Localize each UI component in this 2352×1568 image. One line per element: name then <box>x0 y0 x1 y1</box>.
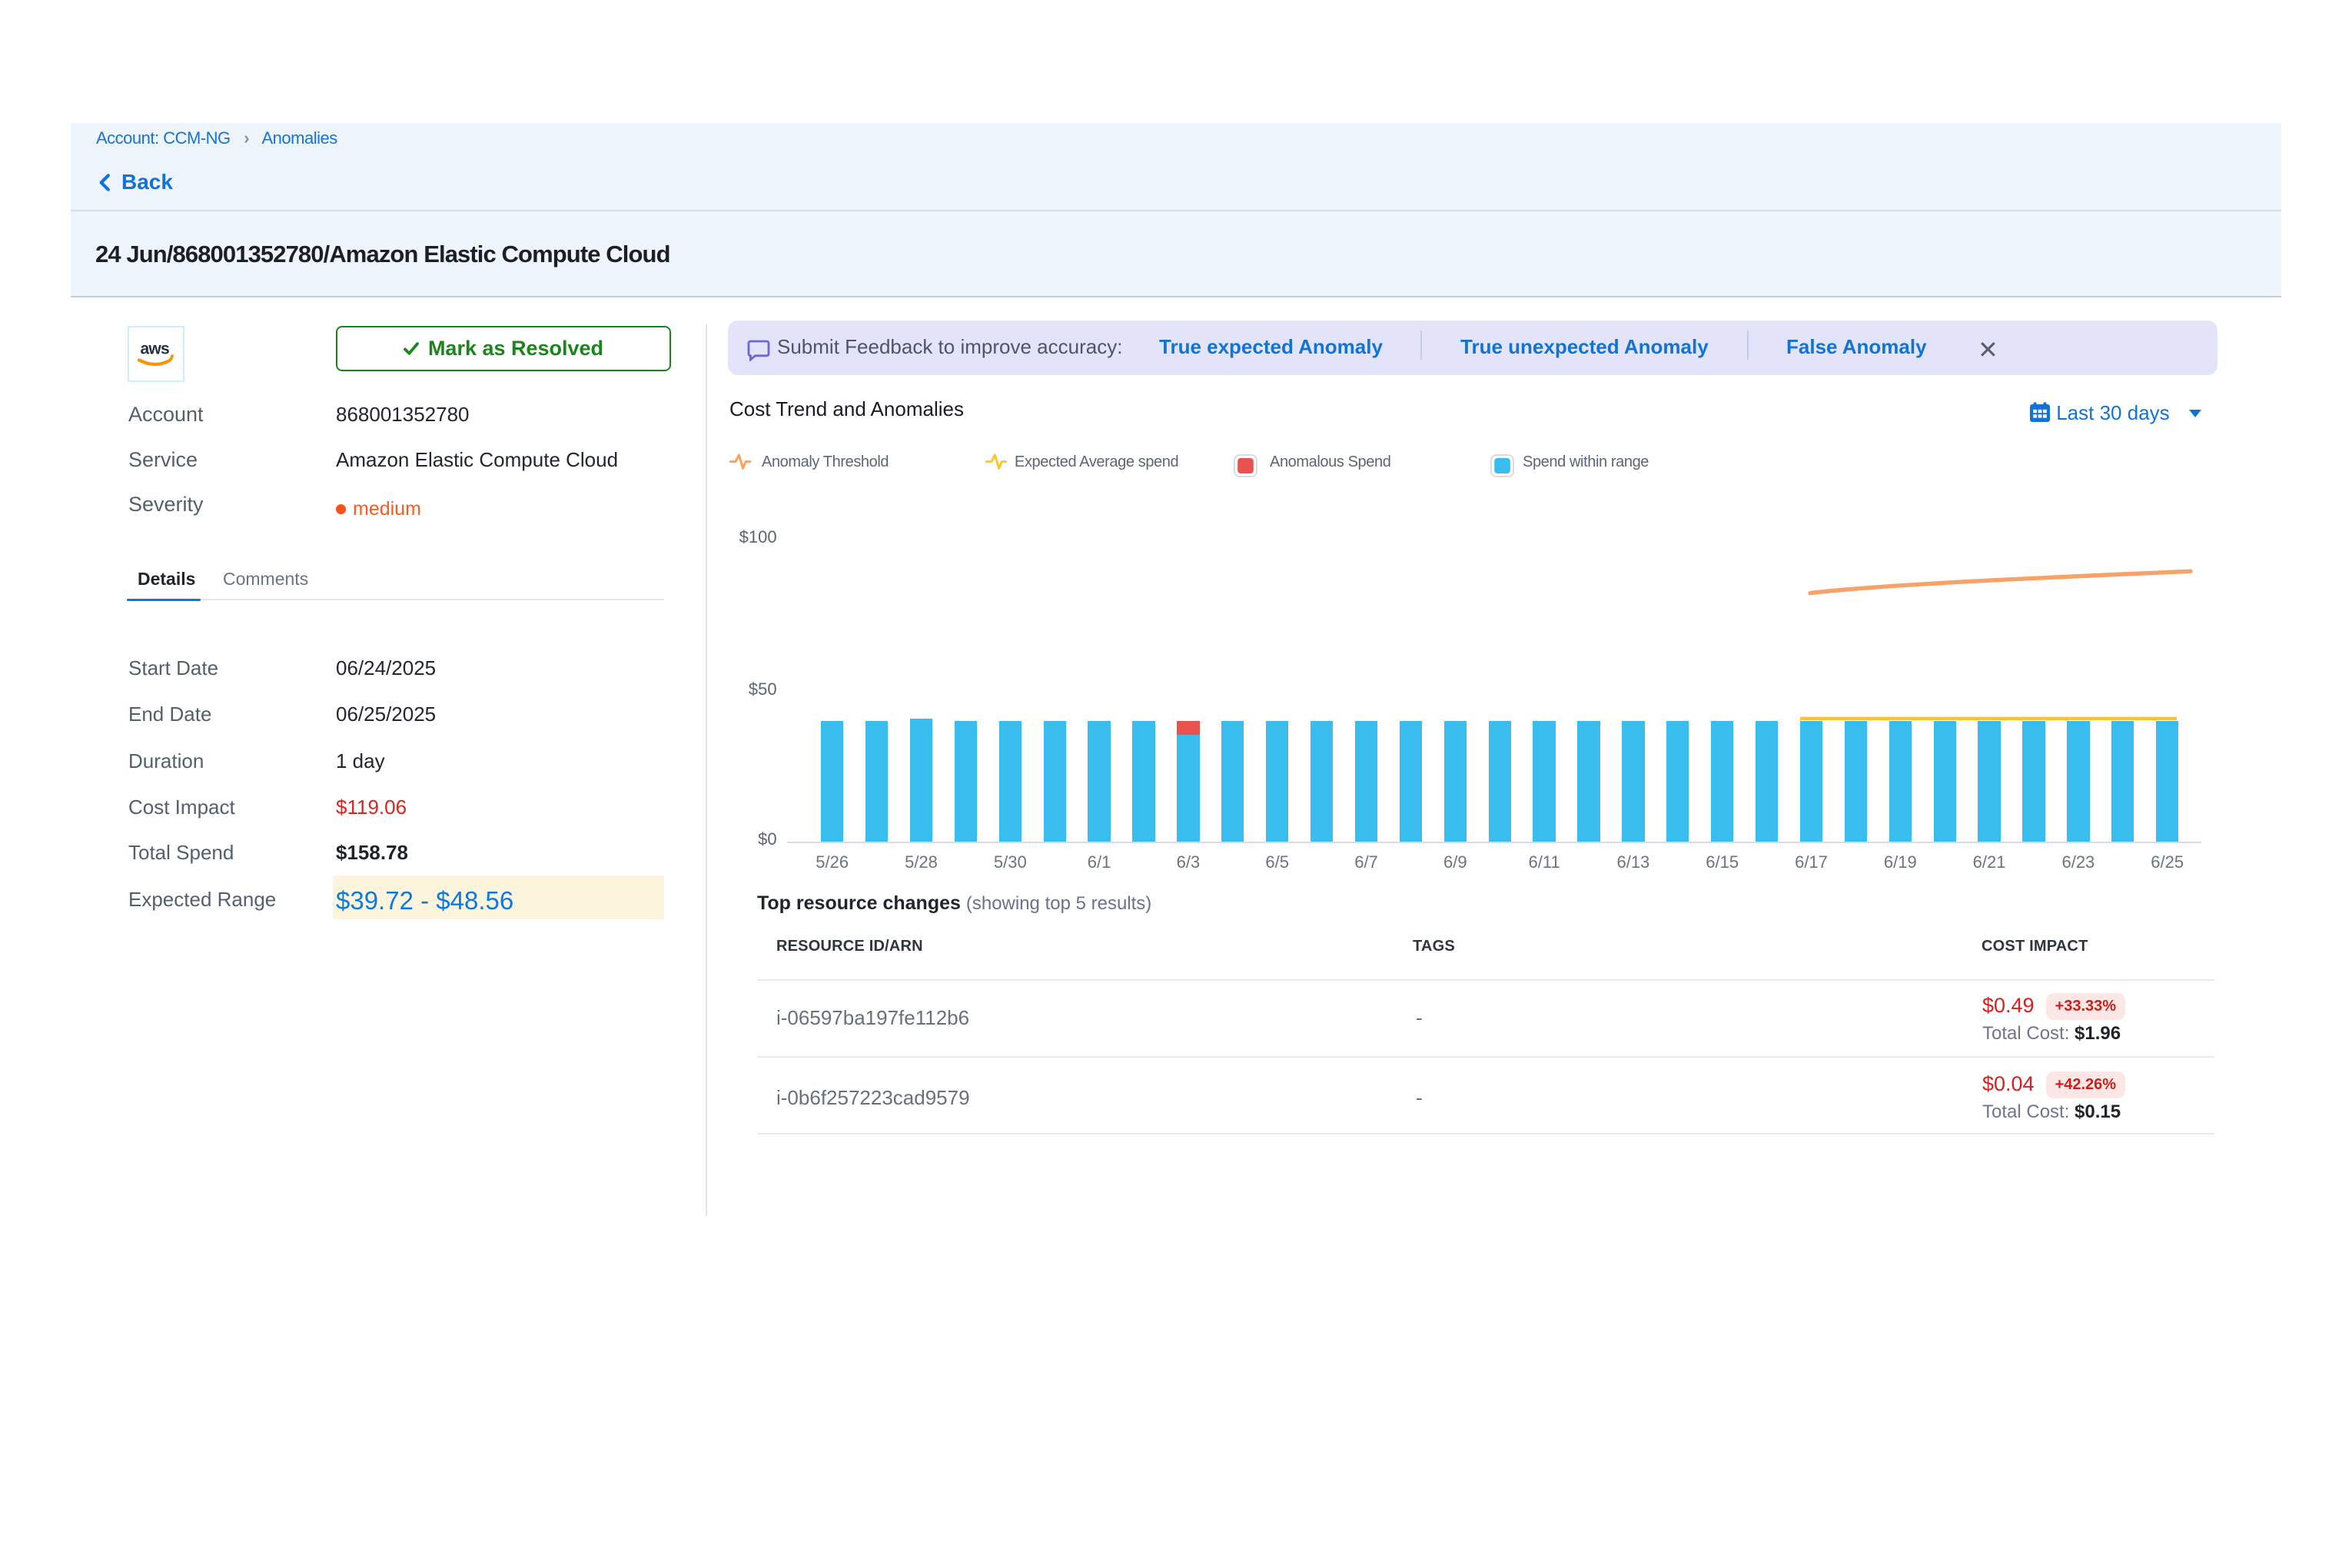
svg-text:aws: aws <box>141 340 169 357</box>
